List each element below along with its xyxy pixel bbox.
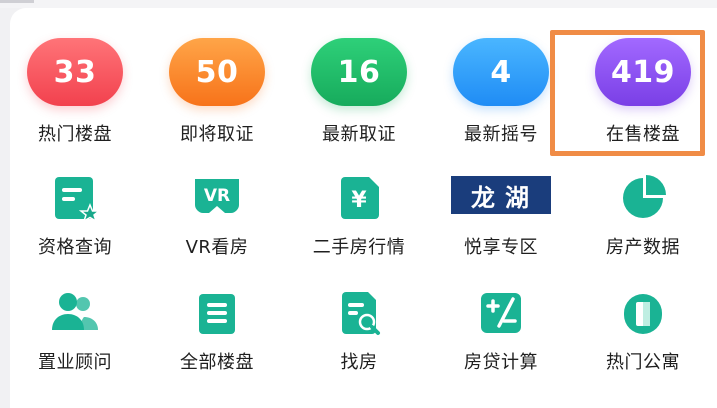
yuan-price-icon: ¥ [341,177,379,219]
menu-vr-tour[interactable]: VR VR看房 [147,165,287,265]
longhu-brand-logo: 龙湖 [451,176,551,214]
menu-property-advisors[interactable]: 置业顾问 [5,280,145,380]
stat-count-badge: 4 [453,38,549,106]
stat-count-badge: 33 [27,38,123,106]
pie-chart-icon [623,175,666,218]
stat-latest-certificates[interactable]: 16 最新取证 [289,0,429,160]
stat-label: 热门楼盘 [38,124,112,145]
building-list-icon [199,294,235,334]
menu-label: 房产数据 [606,237,680,258]
quick-menu-grid: 33 热门楼盘 50 即将取证 16 最新取证 4 最新摇号 419 在售楼盘 … [0,0,717,408]
menu-label: 置业顾问 [38,352,112,373]
menu-qualification-check[interactable]: 资格查询 [5,165,145,265]
stat-label: 最新取证 [322,124,396,145]
calculator-icon [481,293,521,333]
menu-label: 全部楼盘 [180,352,254,373]
menu-all-projects[interactable]: 全部楼盘 [147,280,287,380]
vr-icon: VR [195,179,239,213]
menu-label: 二手房行情 [312,237,406,258]
menu-label: 房贷计算 [464,352,538,373]
menu-label: 找房 [340,352,378,373]
qualification-check-icon [55,177,102,223]
apartment-icon [624,294,662,334]
menu-mortgage-calculator[interactable]: 房贷计算 [431,280,571,380]
menu-label: 热门公寓 [606,352,680,373]
menu-vip-zone[interactable]: 龙湖 悦享专区 [431,165,571,265]
stat-hot-projects[interactable]: 33 热门楼盘 [5,0,145,160]
stat-count-badge: 50 [169,38,265,106]
menu-label: 悦享专区 [464,237,538,258]
search-document-icon [342,292,380,335]
advisors-icon [52,293,98,330]
menu-property-data[interactable]: 房产数据 [573,165,713,265]
stat-upcoming-certificates[interactable]: 50 即将取证 [147,0,287,160]
menu-second-hand-market[interactable]: ¥ 二手房行情 [289,165,429,265]
menu-label: VR看房 [185,237,249,258]
stat-count-badge: 16 [311,38,407,106]
menu-hot-apartments[interactable]: 热门公寓 [573,280,713,380]
svg-text:¥: ¥ [351,188,367,213]
highlight-box [550,30,705,156]
menu-label: 资格查询 [38,237,112,258]
svg-text:VR: VR [204,186,230,206]
menu-find-home[interactable]: 找房 [289,280,429,380]
stat-label: 即将取证 [180,124,254,145]
